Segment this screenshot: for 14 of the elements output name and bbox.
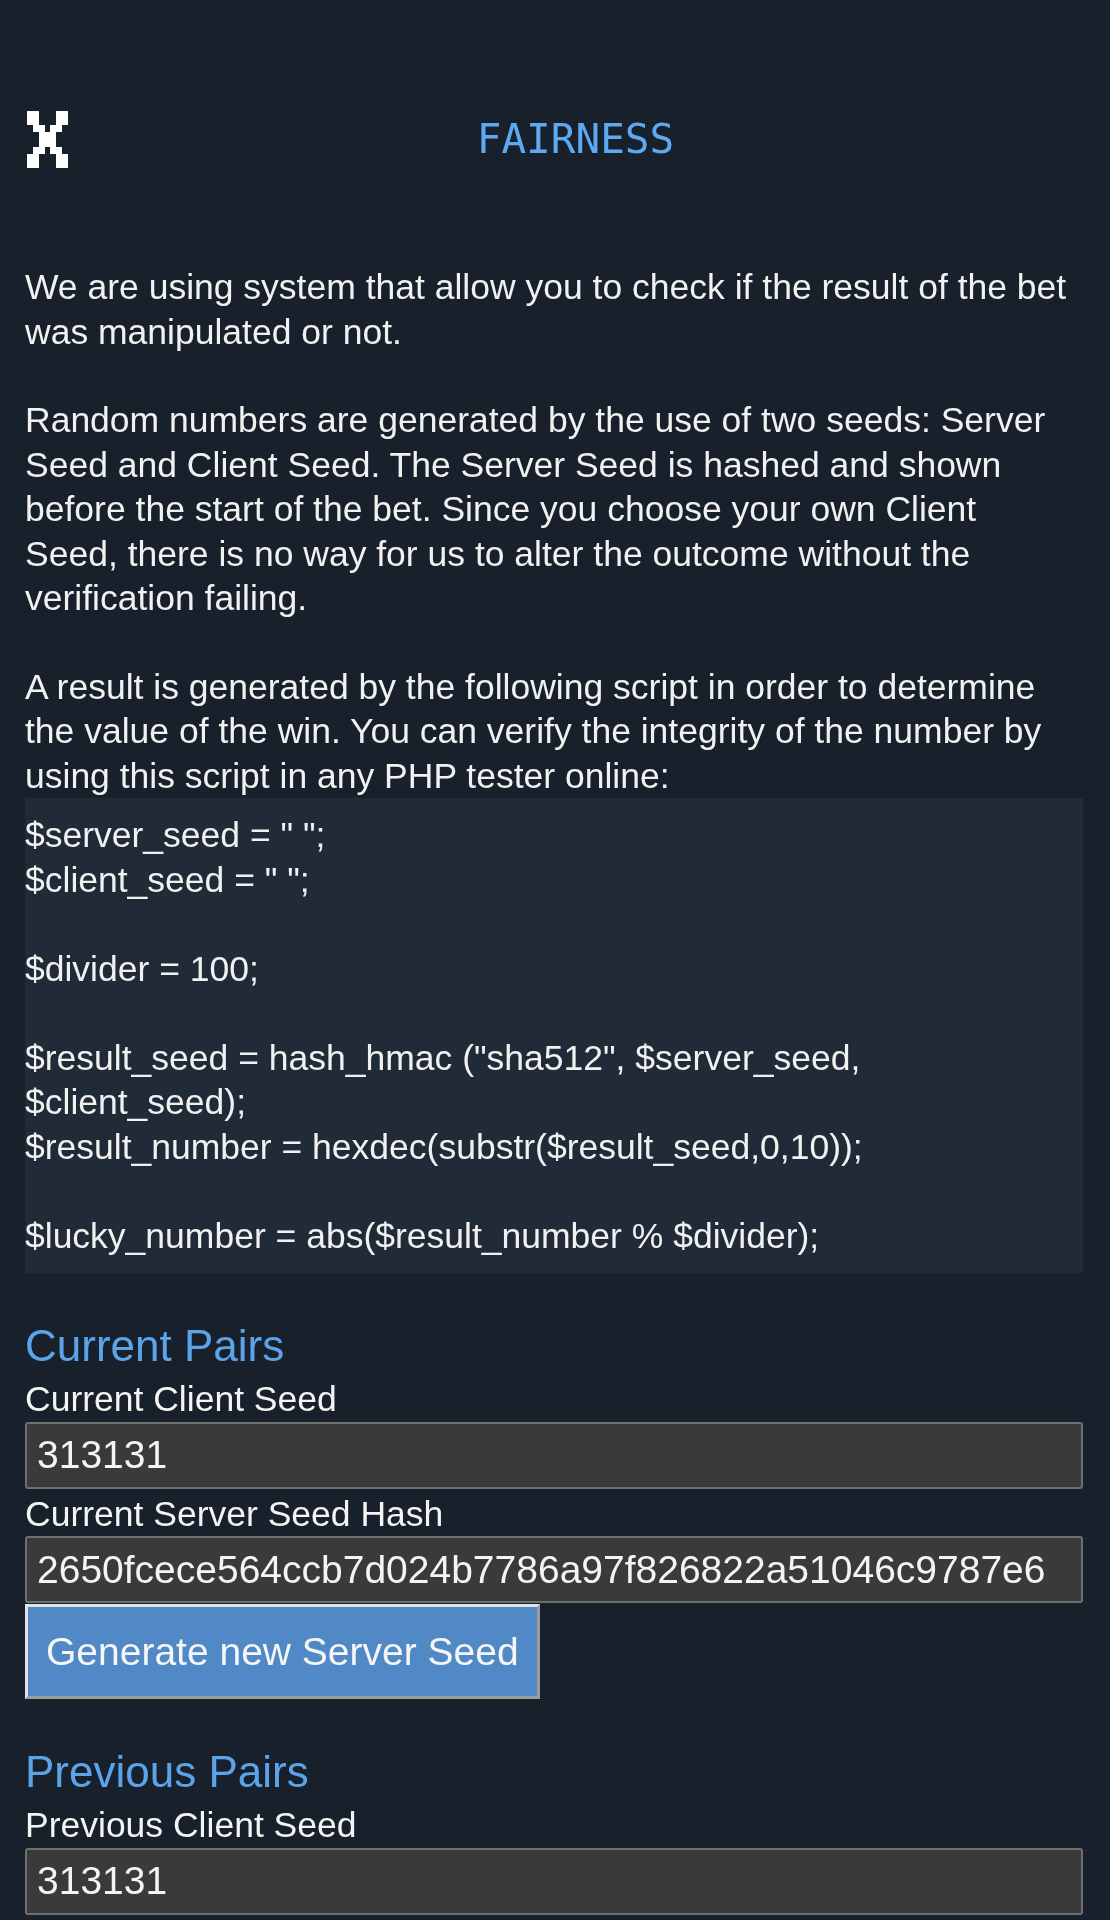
description-paragraph: A result is generated by the following script in order to determine the value of the win. You can verify the integrity of the number by using this script in any PHP tester online:: [25, 665, 1043, 798]
field-label: Previous Client Seed: [25, 1804, 357, 1847]
input-field[interactable]: 2650fcece564ccb7d024b7786a97f826822a51046c9787e6: [25, 1536, 1083, 1603]
section-heading: Previous Pairs: [25, 1746, 309, 1798]
input-field[interactable]: 313131: [25, 1421, 1083, 1489]
field-label: Current Server Seed Hash: [25, 1492, 444, 1536]
description-paragraph: We are using system that allow you to check if the result of the bet was manipulated or not.: [25, 266, 1068, 354]
description-paragraph: Random numbers are generated by the use of two seeds: Server Seed and Client Seed. The Server Seed is hashed and shown before the start of the bet. Since you choose your own Client Seed, there is no way for us to alter the outcome without the verification failing.: [25, 399, 1047, 620]
field-label: Current Client Seed: [25, 1378, 337, 1421]
section-heading: Current Pairs: [25, 1320, 285, 1372]
page-title: FAIRNESS: [476, 114, 675, 164]
close-icon[interactable]: [27, 110, 68, 168]
code-block: $server_seed = " "; $client_seed = " "; $divider = 100; $result_seed = hash_hmac ("sha512", $server_seed, $client_seed); $result_number = hexdec(substr($result_seed,0,10)); $lucky_number = abs($result_number % $divider);: [25, 798, 1083, 1273]
input-field[interactable]: 313131: [25, 1847, 1083, 1915]
